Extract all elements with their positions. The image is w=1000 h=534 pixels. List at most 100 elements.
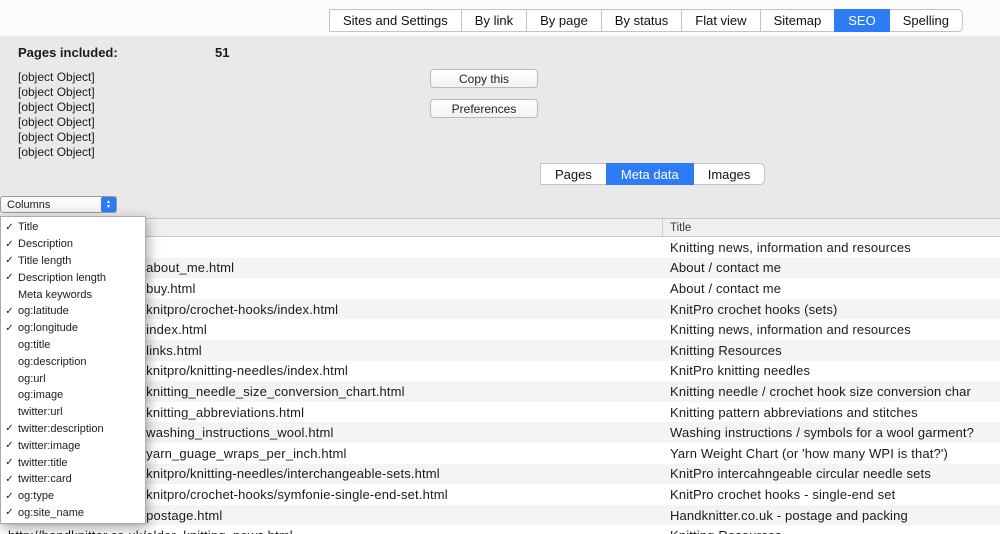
menu-item-label: og:latitude: [18, 305, 69, 317]
table-row[interactable]: http://handknitter.co.uk/yarn_guage_wrap…: [0, 443, 1000, 464]
menu-item-label: og:url: [18, 373, 46, 385]
table-row[interactable]: http://handknitter.co.uk Knitting news, …: [0, 237, 1000, 258]
table-row[interactable]: http://handknitter.co.uk/older_knitting_…: [0, 525, 1000, 534]
app-window: Sites and Settings By link By page By st…: [0, 0, 1000, 534]
table-row[interactable]: http://handknitter.co.uk/knitpro/knittin…: [0, 464, 1000, 485]
column-divider[interactable]: [662, 219, 663, 236]
menu-item-label: twitter:image: [18, 440, 80, 452]
columns-menu-item[interactable]: ✓ og:type: [1, 488, 145, 505]
view-tab[interactable]: Pages: [540, 163, 607, 185]
columns-menu-item[interactable]: ✓ Description length: [1, 269, 145, 286]
seo-summary-lines: [object Object] [object Object] [object …: [18, 70, 95, 160]
preferences-button[interactable]: Preferences: [430, 99, 538, 118]
checkmark-icon: ✓: [1, 272, 18, 283]
title-cell: Knitting Resources: [670, 340, 782, 361]
columns-menu-item[interactable]: ✓ og:latitude: [1, 303, 145, 320]
checkmark-icon: ✓: [1, 491, 18, 502]
menu-item-label: og:longitude: [18, 322, 78, 334]
columns-menu-item[interactable]: ✓ Title length: [1, 253, 145, 270]
summary-line: [object Object]: [18, 130, 95, 145]
menu-item-label: og:site_name: [18, 507, 84, 519]
table-row[interactable]: http://handknitter.co.uk/knitting_needle…: [0, 381, 1000, 402]
table-row[interactable]: http://handknitter.co.uk/knitpro/crochet…: [0, 484, 1000, 505]
title-cell: Knitting pattern abbreviations and stitc…: [670, 402, 918, 423]
summary-line: [object Object]: [18, 70, 95, 85]
summary-line: [object Object]: [18, 115, 95, 130]
menu-item-label: og:image: [18, 389, 63, 401]
columns-popup-button[interactable]: Columns ▲ ▼: [0, 196, 117, 213]
menu-item-label: twitter:title: [18, 457, 68, 469]
top-tab[interactable]: SEO: [834, 9, 889, 32]
columns-menu-item[interactable]: ✓ twitter:url: [1, 404, 145, 421]
table-row[interactable]: http://handknitter.co.uk/buy.html About …: [0, 278, 1000, 299]
menu-item-label: Description length: [18, 272, 106, 284]
menu-item-label: Title: [18, 221, 38, 233]
table-row[interactable]: http://handknitter.co.uk/postage.html Ha…: [0, 505, 1000, 526]
columns-popup-label: Columns: [1, 199, 101, 211]
menu-item-label: og:description: [18, 356, 87, 368]
columns-menu-item[interactable]: ✓ twitter:image: [1, 437, 145, 454]
top-tab[interactable]: By status: [601, 9, 682, 32]
table-row[interactable]: http://handknitter.co.uk/washing_instruc…: [0, 422, 1000, 443]
top-tab[interactable]: By page: [526, 9, 602, 32]
checkmark-icon: ✓: [1, 323, 18, 334]
columns-menu-item[interactable]: ✓ og:longitude: [1, 320, 145, 337]
top-tab[interactable]: By link: [461, 9, 527, 32]
columns-menu-item[interactable]: ✓ Description: [1, 236, 145, 253]
top-tab[interactable]: Sites and Settings: [329, 9, 462, 32]
table-row[interactable]: http://handknitter.co.uk/links.html Knit…: [0, 340, 1000, 361]
checkmark-icon: ✓: [1, 507, 18, 518]
pages-included-count: 51: [215, 45, 229, 60]
table-row[interactable]: http://handknitter.co.uk/about_me.html A…: [0, 258, 1000, 279]
columns-menu-item[interactable]: ✓ Title: [1, 219, 145, 236]
columns-menu-item[interactable]: ✓ og:image: [1, 387, 145, 404]
columns-menu-item[interactable]: ✓ og:description: [1, 353, 145, 370]
title-cell: Knitting needle / crochet hook size conv…: [670, 381, 971, 402]
summary-line: [object Object]: [18, 100, 95, 115]
top-tab[interactable]: Flat view: [681, 9, 760, 32]
columns-menu-item[interactable]: ✓ twitter:card: [1, 471, 145, 488]
table-row[interactable]: http://handknitter.co.uk/knitpro/knittin…: [0, 361, 1000, 382]
checkmark-icon: ✓: [1, 457, 18, 468]
top-tab[interactable]: Spelling: [889, 9, 963, 32]
menu-item-label: twitter:url: [18, 406, 63, 418]
columns-menu-item[interactable]: ✓ og:site_name: [1, 505, 145, 522]
columns-menu-item[interactable]: ✓ og:title: [1, 337, 145, 354]
title-cell: Knitting news, information and resources: [670, 319, 911, 340]
title-cell: Knitting Resources: [670, 525, 782, 534]
table-row[interactable]: http://handknitter.co.uk/index.html Knit…: [0, 319, 1000, 340]
columns-menu-item[interactable]: ✓ twitter:description: [1, 421, 145, 438]
columns-dropdown-menu: ✓ Title ✓ Description ✓ Title length ✓ D…: [0, 216, 146, 524]
checkmark-icon: ✓: [1, 255, 18, 266]
menu-item-label: Title length: [18, 255, 71, 267]
top-tab[interactable]: Sitemap: [760, 9, 836, 32]
title-cell: Knitting news, information and resources: [670, 237, 911, 258]
top-tab-bar: Sites and Settings By link By page By st…: [330, 9, 963, 32]
checkmark-icon: ✓: [1, 239, 18, 250]
title-cell: KnitPro intercahngeable circular needle …: [670, 464, 931, 485]
menu-item-label: twitter:card: [18, 473, 72, 485]
checkmark-icon: ✓: [1, 423, 18, 434]
url-cell: http://handknitter.co.uk/older_knitting_…: [8, 525, 293, 534]
popup-arrows-icon: ▲ ▼: [101, 197, 116, 212]
title-cell: Yarn Weight Chart (or 'how many WPI is t…: [670, 443, 948, 464]
columns-menu-item[interactable]: ✓ og:url: [1, 370, 145, 387]
title-cell: KnitPro knitting needles: [670, 361, 810, 382]
column-header-title[interactable]: Title: [670, 219, 691, 236]
columns-menu-item[interactable]: ✓ twitter:title: [1, 454, 145, 471]
copy-this-button[interactable]: Copy this: [430, 69, 538, 88]
summary-line: [object Object]: [18, 85, 95, 100]
title-cell: Handknitter.co.uk - postage and packing: [670, 505, 908, 526]
table-row[interactable]: http://handknitter.co.uk/knitpro/crochet…: [0, 299, 1000, 320]
title-cell: KnitPro crochet hooks - single-end set: [670, 484, 895, 505]
table-row[interactable]: http://handknitter.co.uk/knitting_abbrev…: [0, 402, 1000, 423]
title-cell: About / contact me: [670, 258, 781, 279]
checkmark-icon: ✓: [1, 306, 18, 317]
menu-item-label: twitter:description: [18, 423, 104, 435]
checkmark-icon: ✓: [1, 440, 18, 451]
view-tab[interactable]: Images: [693, 163, 766, 185]
title-cell: About / contact me: [670, 278, 781, 299]
view-tab[interactable]: Meta data: [606, 163, 694, 185]
columns-menu-item[interactable]: ✓ Meta keywords: [1, 286, 145, 303]
view-tab-bar: Pages Meta data Images: [541, 163, 765, 185]
